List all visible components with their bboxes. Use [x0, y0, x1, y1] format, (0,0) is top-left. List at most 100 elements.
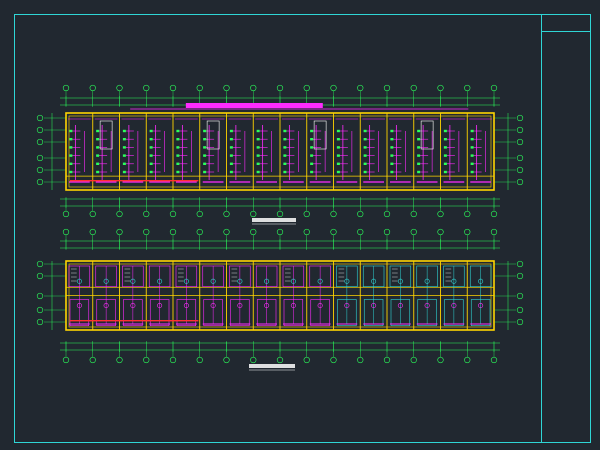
grid-bubble-right: [516, 272, 524, 280]
grid-bubble-top: [196, 84, 203, 92]
outlet-symbol: [122, 129, 126, 133]
grid-bubble-bottom: [464, 356, 471, 364]
outlet-symbol: [203, 162, 207, 165]
outlet-symbol: [363, 170, 367, 174]
outlet-symbol: [470, 154, 474, 157]
grid-bubble-left: [36, 178, 44, 186]
outlet-symbol: [149, 162, 153, 165]
grid-bubble-top: [437, 228, 444, 236]
grid-bubble-right: [516, 126, 524, 134]
grid-bubble-top: [383, 228, 391, 236]
grid-bubble-bottom: [250, 210, 257, 218]
cad-drawing: [36, 84, 524, 371]
outlet-symbol: [283, 162, 287, 165]
outlet-symbol: [69, 146, 73, 149]
plan-caption-mark: [249, 364, 295, 368]
outlet-symbol: [283, 129, 287, 133]
outlet-symbol: [96, 138, 100, 141]
outlet-symbol: [229, 129, 233, 133]
grid-bubble-right: [516, 154, 524, 162]
grid-bubble-left: [36, 138, 44, 146]
grid-bubble-bottom: [410, 356, 417, 364]
grid-bubble-left: [36, 272, 44, 280]
outlet-symbol: [176, 138, 180, 141]
grid-bubble-bottom: [143, 210, 150, 218]
outlet-symbol: [69, 138, 73, 141]
outlet-symbol: [69, 129, 73, 133]
outlet-symbol: [470, 146, 474, 149]
grid-bubble-bottom: [330, 210, 337, 218]
outlet-symbol: [96, 154, 100, 157]
outlet-symbol: [256, 138, 260, 141]
grid-bubble-bottom: [143, 356, 150, 364]
grid-bubble-bottom: [410, 210, 417, 218]
grid-bubble-bottom: [89, 356, 96, 364]
outlet-symbol: [176, 162, 180, 165]
grid-bubble-left: [36, 292, 44, 300]
grid-bubble-bottom: [357, 356, 364, 364]
grid-bubble-top: [116, 84, 123, 92]
grid-bubble-left: [36, 166, 44, 174]
outlet-symbol: [203, 129, 207, 133]
outlet-symbol: [363, 138, 367, 141]
outlet-symbol: [443, 129, 447, 133]
grid-bubble-top: [223, 228, 230, 236]
grid-bubble-left: [36, 318, 44, 326]
grid-bubble-top: [490, 228, 498, 236]
grid-bubble-bottom: [116, 356, 123, 364]
outlet-symbol: [176, 170, 180, 174]
grid-bubble-bottom: [490, 356, 498, 364]
grid-bubble-bottom: [437, 356, 444, 364]
grid-bubble-top: [143, 84, 150, 92]
grid-bubble-left: [36, 126, 44, 134]
grid-bubble-top: [223, 84, 230, 92]
grid-bubble-top: [330, 84, 337, 92]
grid-bubble-right: [516, 260, 524, 268]
outlet-symbol: [256, 154, 260, 157]
highlight-line: [70, 180, 199, 182]
outlet-symbol: [256, 162, 260, 165]
grid-bubble-top: [62, 228, 70, 236]
outlet-symbol: [256, 170, 260, 174]
grid-bubble-right: [516, 114, 524, 122]
outlet-symbol: [363, 129, 367, 133]
outlet-symbol: [470, 138, 474, 141]
grid-bubble-right: [516, 178, 524, 186]
grid-bubble-top: [89, 228, 96, 236]
outlet-symbol: [363, 146, 367, 149]
outlet-symbol: [69, 154, 73, 157]
grid-bubble-bottom: [250, 356, 257, 364]
outlet-symbol: [470, 162, 474, 165]
grid-bubble-left: [36, 260, 44, 268]
grid-bubble-right: [516, 138, 524, 146]
outlet-symbol: [122, 170, 126, 174]
outlet-symbol: [336, 162, 340, 165]
outlet-symbol: [417, 129, 421, 133]
grid-bubble-top: [276, 228, 284, 236]
grid-bubble-bottom: [169, 210, 177, 218]
outlet-symbol: [336, 170, 340, 174]
outlet-symbol: [149, 138, 153, 141]
outlet-symbol: [443, 146, 447, 149]
outlet-symbol: [336, 138, 340, 141]
outlet-symbol: [390, 138, 394, 141]
grid-bubble-top: [464, 84, 471, 92]
outlet-symbol: [96, 146, 100, 149]
outlet-symbol: [417, 170, 421, 174]
grid-bubble-top: [357, 84, 364, 92]
grid-bubble-top: [357, 228, 364, 236]
outlet-symbol: [149, 129, 153, 133]
highlight-line: [70, 320, 199, 322]
grid-bubble-bottom: [116, 210, 123, 218]
outlet-symbol: [203, 138, 207, 141]
outlet-symbol: [443, 138, 447, 141]
grid-bubble-top: [143, 228, 150, 236]
grid-bubble-bottom: [223, 356, 230, 364]
outlet-symbol: [149, 154, 153, 157]
outlet-symbol: [69, 170, 73, 174]
outlet-symbol: [390, 162, 394, 165]
outlet-symbol: [229, 154, 233, 157]
outlet-symbol: [390, 129, 394, 133]
outlet-symbol: [283, 154, 287, 157]
outlet-symbol: [96, 129, 100, 133]
